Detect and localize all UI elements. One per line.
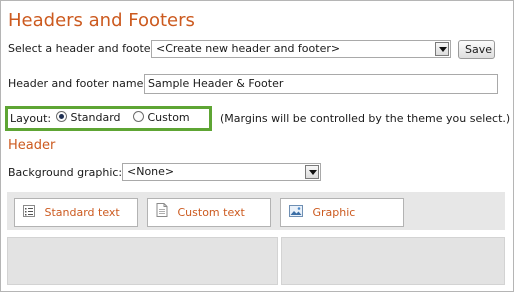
list-icon: [23, 200, 35, 227]
layout-option-standard[interactable]: Standard: [56, 111, 121, 125]
layout-label: Layout:: [10, 112, 52, 125]
header-left-panel[interactable]: [7, 237, 278, 285]
radio-custom[interactable]: [133, 111, 144, 122]
select-header-footer-label: Select a header and footer:: [8, 42, 159, 55]
background-graphic-label: Background graphic:: [8, 166, 123, 179]
dropdown-arrow-icon[interactable]: [435, 42, 449, 56]
header-section-title: Header: [8, 138, 56, 153]
header-footer-name-label: Header and footer name:: [8, 77, 148, 90]
layout-option-standard-label: Standard: [70, 111, 121, 124]
header-footer-name-field[interactable]: Sample Header & Footer: [144, 74, 498, 94]
page-title: Headers and Footers: [8, 10, 195, 31]
layout-option-custom[interactable]: Custom: [133, 111, 190, 125]
header-right-panel[interactable]: [281, 237, 505, 285]
document-icon: [156, 200, 168, 227]
background-graphic-select[interactable]: <None>: [122, 163, 321, 181]
standard-text-label: Standard text: [44, 206, 120, 219]
standard-text-button[interactable]: Standard text: [14, 198, 138, 227]
radio-standard[interactable]: [56, 111, 67, 122]
header-footer-select-value: <Create new header and footer>: [156, 42, 341, 55]
custom-text-label: Custom text: [177, 206, 245, 219]
dropdown-arrow-icon[interactable]: [305, 165, 319, 179]
graphic-button[interactable]: Graphic: [280, 198, 404, 227]
save-button[interactable]: Save: [458, 40, 495, 59]
image-icon: [289, 200, 303, 227]
layout-option-custom-label: Custom: [147, 111, 190, 124]
headers-footers-panel: Headers and Footers Select a header and …: [0, 0, 514, 292]
graphic-label: Graphic: [312, 206, 356, 219]
background-graphic-select-value: <None>: [127, 165, 175, 178]
custom-text-button[interactable]: Custom text: [147, 198, 271, 227]
layout-note: (Margins will be controlled by the theme…: [220, 112, 511, 125]
header-footer-select[interactable]: <Create new header and footer>: [151, 40, 451, 58]
